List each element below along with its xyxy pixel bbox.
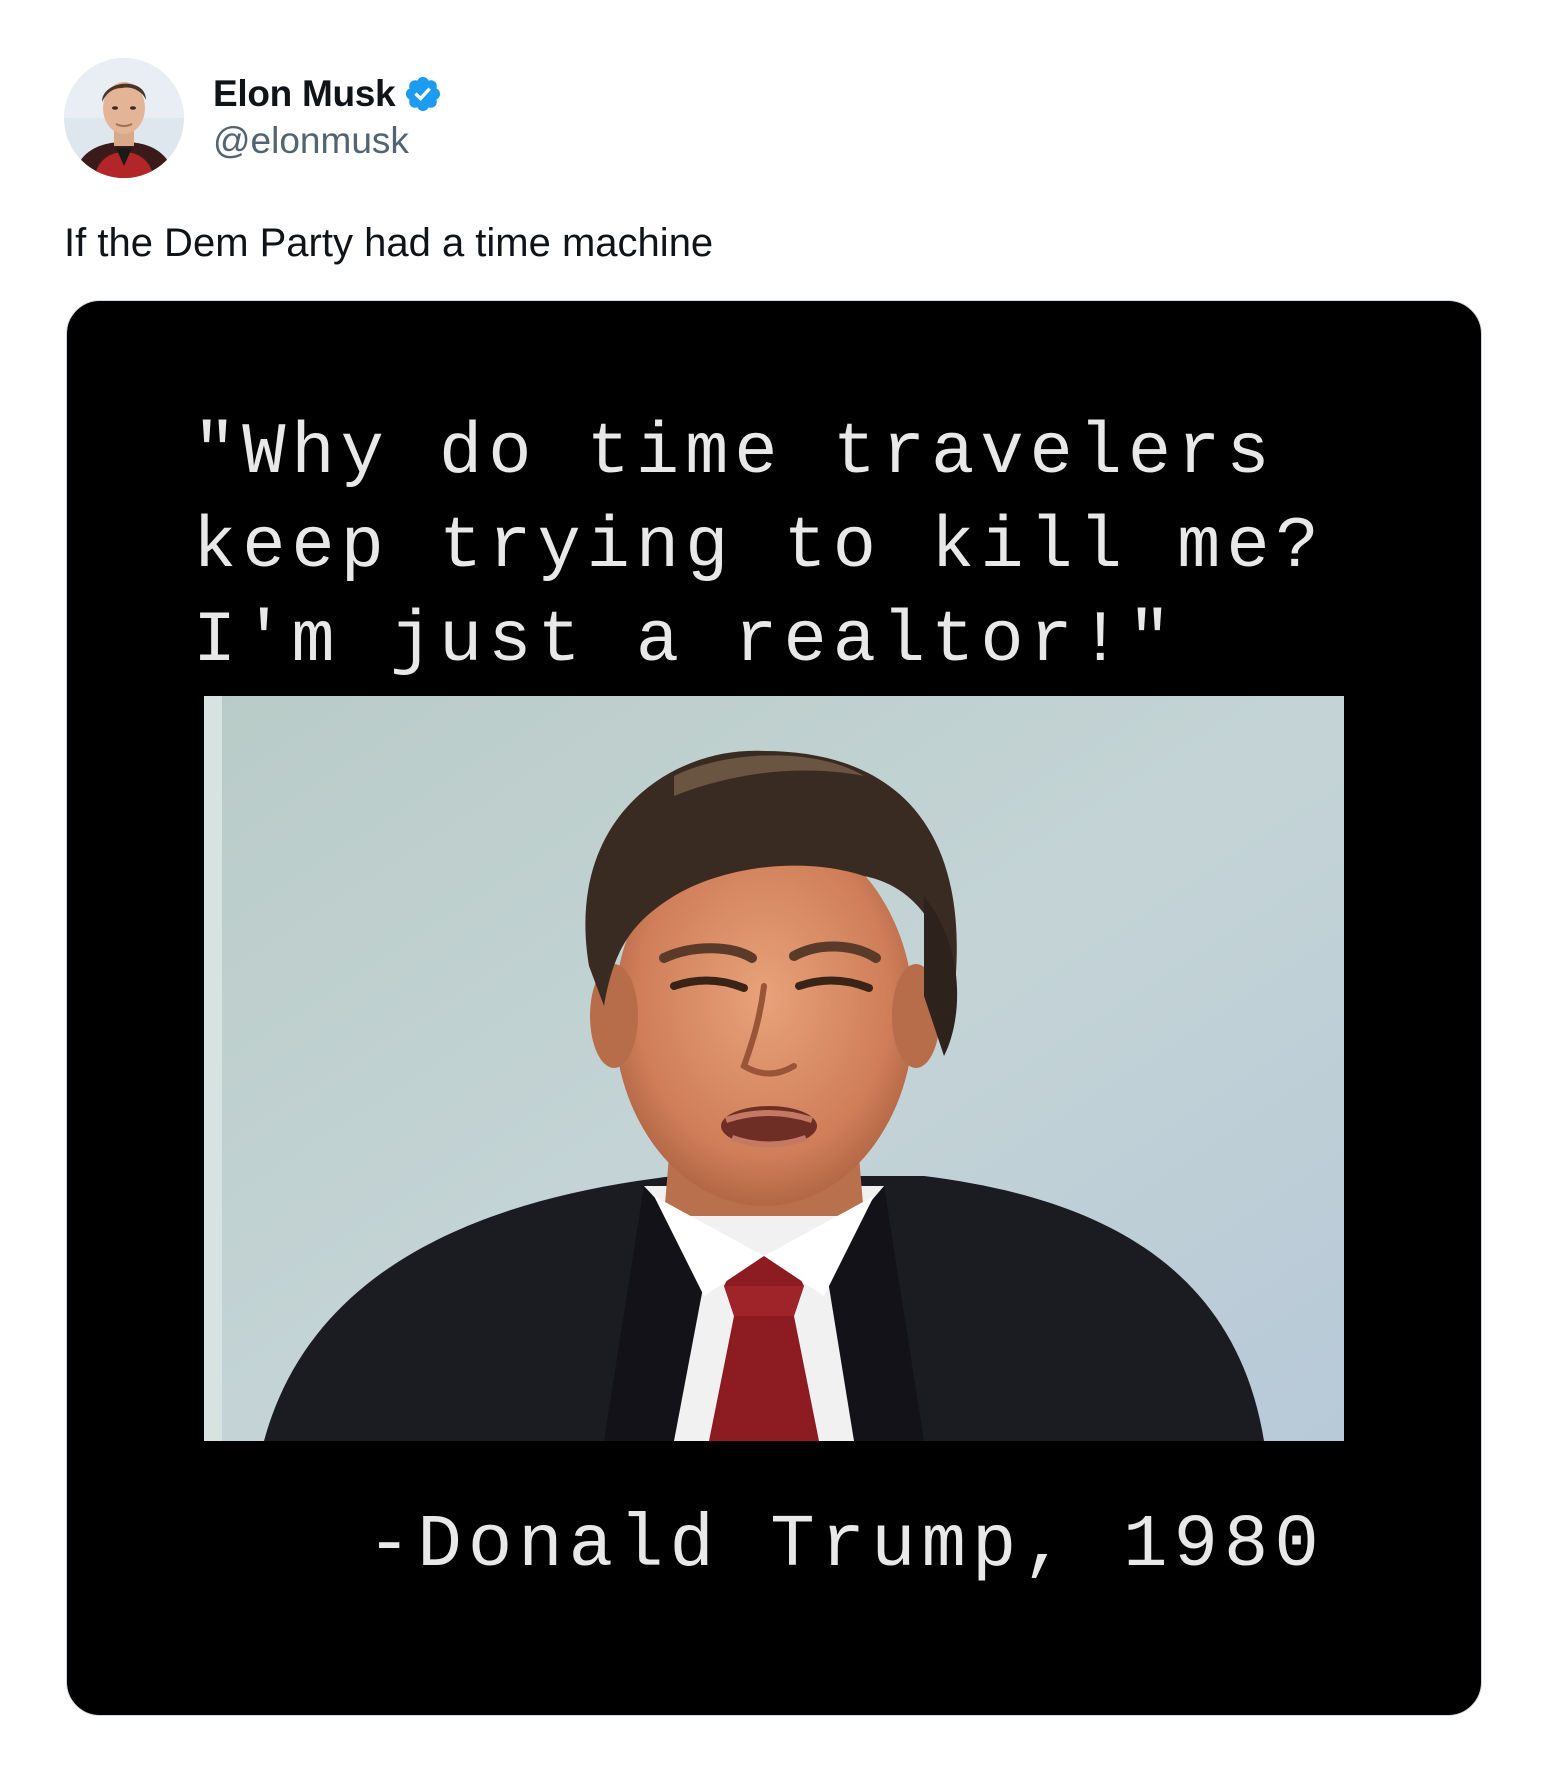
meme-photo xyxy=(204,696,1344,1441)
portrait-image xyxy=(204,696,1344,1441)
meme-attribution: -Donald Trump, 1980 xyxy=(367,1504,1325,1588)
verified-badge-icon[interactable] xyxy=(403,74,443,114)
meme-quote: "Why do time travelers keep trying to ki… xyxy=(193,412,1325,682)
tweet-media[interactable]: "Why do time travelers keep trying to ki… xyxy=(66,300,1482,1716)
avatar-image xyxy=(64,58,184,178)
author-avatar[interactable] xyxy=(64,58,184,178)
author-display-name[interactable]: Elon Musk xyxy=(213,73,396,115)
tweet-text: If the Dem Party had a time machine xyxy=(64,221,714,265)
author-handle[interactable]: @elonmusk xyxy=(213,119,443,163)
display-name-row: Elon Musk xyxy=(213,73,443,115)
author-names: Elon Musk @elonmusk xyxy=(213,73,443,163)
tweet-header: Elon Musk @elonmusk xyxy=(64,58,443,178)
